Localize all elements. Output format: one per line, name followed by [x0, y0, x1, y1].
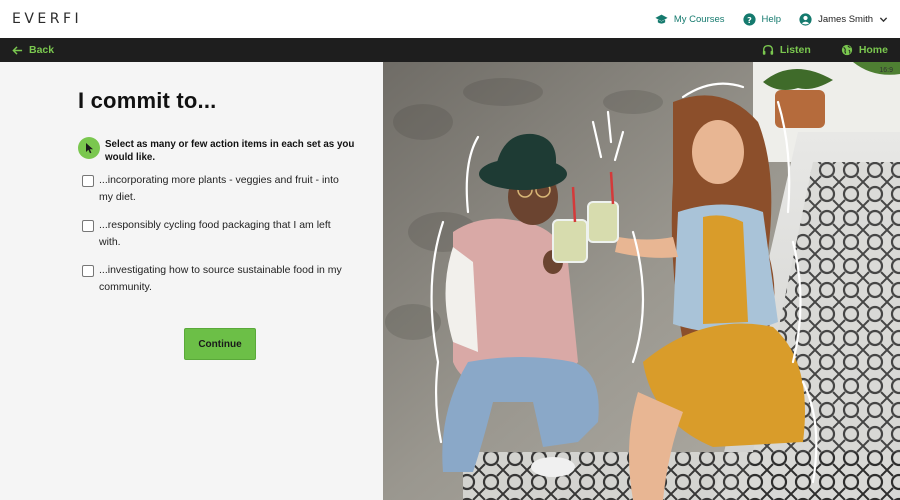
photo-illustration: 16:9 [383, 62, 900, 500]
cursor-pointer-icon [85, 143, 93, 154]
back-button[interactable]: Back [12, 44, 54, 56]
aspect-ratio-label: 16:9 [879, 67, 893, 74]
help-label: Help [761, 13, 782, 25]
continue-button[interactable]: Continue [184, 328, 256, 360]
help-link[interactable]: ? Help [742, 12, 782, 26]
svg-text:?: ? [747, 14, 752, 24]
commitment-options: ...incorporating more plants - veggies a… [82, 174, 352, 309]
user-name: James Smith [818, 13, 873, 25]
option-packaging[interactable]: ...responsibly cycling food packaging th… [82, 219, 352, 251]
option-plants[interactable]: ...incorporating more plants - veggies a… [82, 174, 352, 206]
instruction-text: Select as many or few action items in ea… [105, 139, 355, 163]
top-header: EVERFI My Courses ? Help James Smith [0, 0, 900, 38]
user-avatar-icon [799, 12, 812, 26]
course-nav-bar: Back Listen Home [0, 38, 900, 62]
everfi-logo[interactable]: EVERFI [12, 11, 82, 27]
listen-button[interactable]: Listen [762, 44, 811, 56]
option-label: ...incorporating more plants - veggies a… [99, 174, 339, 203]
listen-label: Listen [779, 44, 811, 56]
home-button[interactable]: Home [841, 44, 888, 56]
header-links: My Courses ? Help James Smith [655, 12, 888, 26]
checkbox[interactable] [82, 175, 94, 187]
headphones-icon [762, 45, 774, 55]
globe-icon [841, 44, 852, 56]
user-menu[interactable]: James Smith [799, 12, 888, 26]
arrow-left-icon [12, 45, 23, 55]
checkbox[interactable] [82, 265, 94, 277]
chevron-down-icon [879, 16, 888, 22]
nav-right-group: Listen Home [762, 44, 888, 56]
my-courses-link[interactable]: My Courses [655, 13, 725, 26]
graduation-cap-icon [655, 14, 668, 24]
help-icon: ? [742, 12, 756, 26]
back-label: Back [29, 44, 55, 56]
page-title: I commit to... [78, 88, 217, 113]
option-label: ...investigating how to source sustainab… [99, 264, 342, 293]
checkbox[interactable] [82, 220, 94, 232]
home-label: Home [858, 44, 888, 56]
option-label: ...responsibly cycling food packaging th… [99, 219, 331, 248]
instruction-row: Select as many or few action items in ea… [78, 136, 378, 164]
hero-photo: 16:9 [383, 62, 900, 500]
option-sustainable-food[interactable]: ...investigating how to source sustainab… [82, 264, 352, 296]
content-panel: I commit to... Select as many or few act… [0, 62, 383, 500]
cursor-badge [78, 137, 100, 159]
my-courses-label: My Courses [673, 13, 725, 25]
